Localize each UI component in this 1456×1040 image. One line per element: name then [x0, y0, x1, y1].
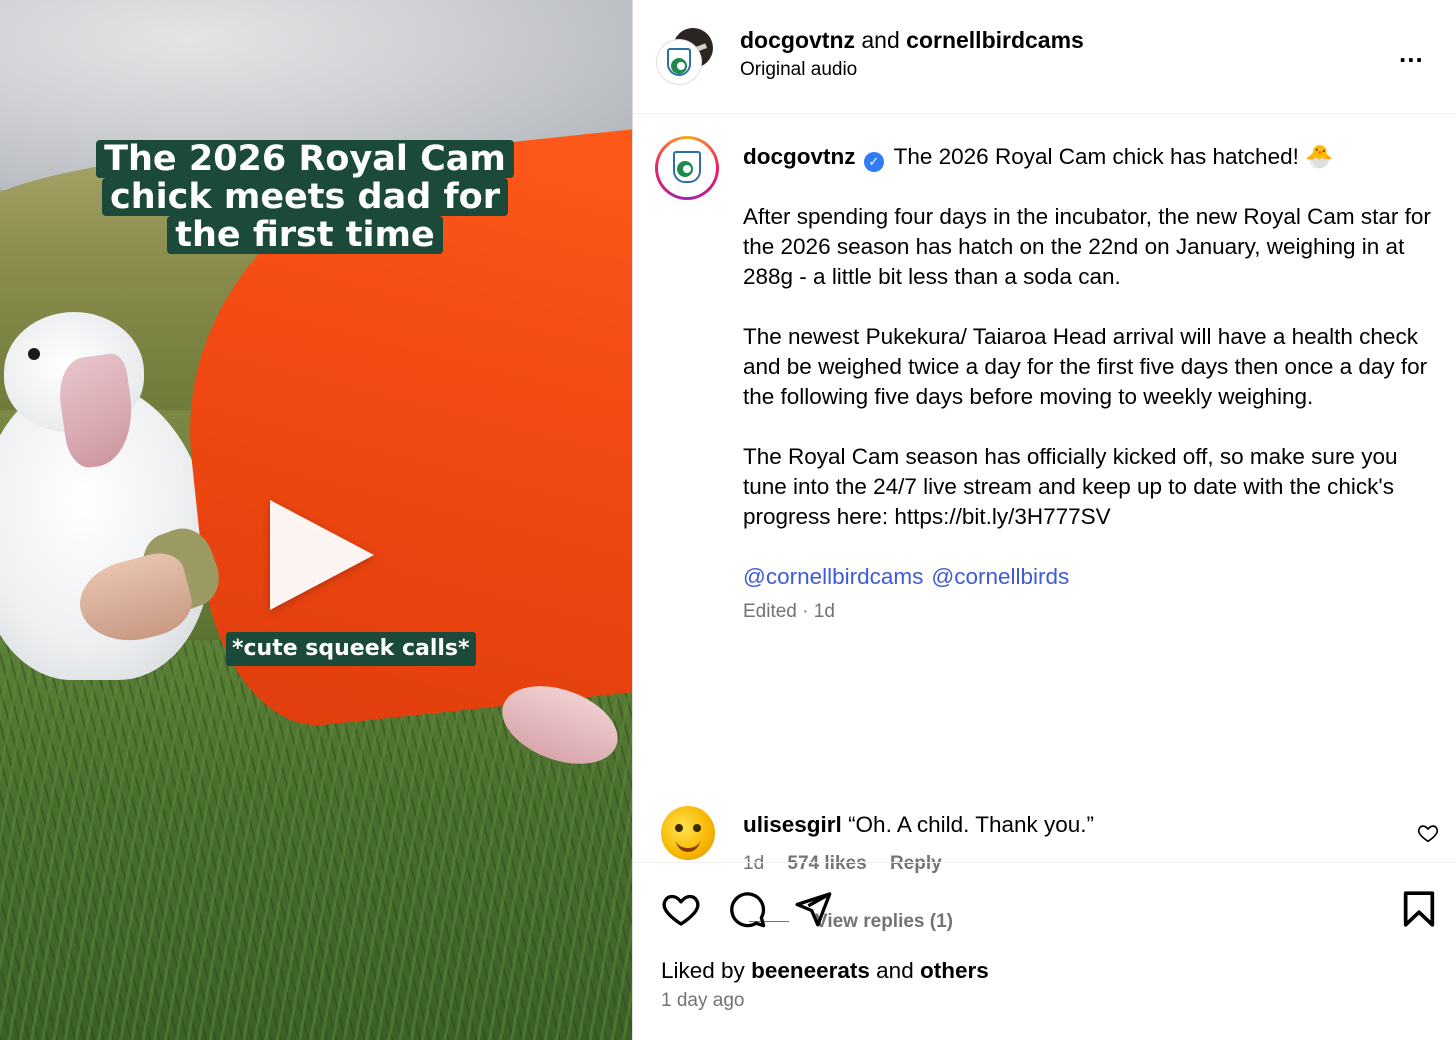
verified-icon: ✓: [863, 152, 884, 172]
liked-by: Liked by beeneerats and others: [661, 957, 989, 985]
caption-mentions: @cornellbirdcams @cornellbirds: [743, 562, 1433, 592]
doc-logo-icon: [667, 48, 691, 76]
header-usernames: docgovtnz and cornellbirdcams: [740, 26, 1084, 54]
liked-by-user[interactable]: beeneerats: [751, 958, 870, 983]
post-media[interactable]: The 2026 Royal Cam chick meets dad for t…: [0, 0, 632, 1040]
share-icon[interactable]: [793, 889, 833, 929]
comment-line: ulisesgirl “Oh. A child. Thank you.”: [743, 810, 1094, 840]
caption-text: docgovtnz ✓ The 2026 Royal Cam chick has…: [743, 142, 1433, 624]
audio-link[interactable]: Original audio: [740, 58, 857, 82]
heart-icon[interactable]: [661, 889, 701, 929]
caption-paragraph-1: After spending four days in the incubato…: [743, 204, 1431, 289]
caption-paragraph-3: The Royal Cam season has officially kick…: [743, 444, 1398, 529]
edited-label: Edited · 1d: [743, 601, 835, 622]
post-header: docgovtnz and cornellbirdcams Original a…: [633, 0, 1456, 114]
comment-icon[interactable]: [727, 889, 767, 929]
comment-text: “Oh. A child. Thank you.”: [848, 812, 1095, 837]
video-subtitle: *cute squeek calls*: [226, 632, 476, 666]
liked-and: and: [876, 958, 914, 983]
albatross-eye: [28, 348, 40, 360]
collab-avatars[interactable]: [657, 26, 717, 86]
caption-headline-line: docgovtnz ✓ The 2026 Royal Cam chick has…: [743, 142, 1433, 172]
liked-by-prefix: Liked by: [661, 958, 745, 983]
comment-username[interactable]: ulisesgirl: [743, 812, 842, 837]
overlay-line-2: chick meets dad for: [101, 178, 508, 216]
mention-link[interactable]: @cornellbirdcams: [743, 564, 923, 589]
overlay-line-1: The 2026 Royal Cam: [96, 140, 514, 178]
mention-link[interactable]: @cornellbirds: [931, 564, 1069, 589]
action-bar: Liked by beeneerats and others 1 day ago: [633, 862, 1456, 1040]
more-icon[interactable]: ...: [1399, 40, 1424, 66]
post-caption-area: docgovtnz ✓ The 2026 Royal Cam chick has…: [633, 114, 1456, 932]
caption-avatar-inner: [658, 139, 716, 197]
post-panel: docgovtnz and cornellbirdcams Original a…: [632, 0, 1456, 1040]
play-icon[interactable]: [270, 500, 374, 610]
overlay-line-3: the first time: [167, 216, 443, 254]
caption-avatar[interactable]: [655, 136, 719, 200]
caption-headline: The 2026 Royal Cam chick has hatched! 🐣: [893, 144, 1334, 169]
avatar-docgovtnz: [657, 40, 701, 84]
liked-others[interactable]: others: [920, 958, 989, 983]
caption-username[interactable]: docgovtnz: [743, 144, 856, 169]
header-user1-link[interactable]: docgovtnz: [740, 27, 855, 53]
doc-logo-icon: [673, 151, 701, 183]
bookmark-icon[interactable]: [1399, 889, 1439, 929]
post-timestamp[interactable]: 1 day ago: [661, 989, 744, 1013]
video-title-overlay: The 2026 Royal Cam chick meets dad for t…: [0, 140, 610, 254]
comment-heart-icon[interactable]: [1417, 822, 1439, 844]
caption-paragraph-2: The newest Pukekura/ Taiaroa Head arriva…: [743, 324, 1428, 409]
comment-avatar[interactable]: [661, 806, 715, 860]
header-user2-link[interactable]: cornellbirdcams: [906, 27, 1084, 53]
header-joiner: and: [861, 27, 900, 53]
